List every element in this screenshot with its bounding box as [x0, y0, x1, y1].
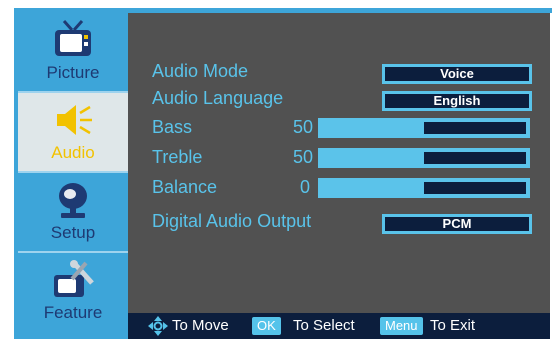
- sidebar-item-setup[interactable]: Setup: [18, 173, 128, 251]
- audio-mode-label: Audio Mode: [152, 61, 249, 81]
- sidebar-item-label: Audio: [51, 143, 95, 162]
- treble-row[interactable]: Treble 50: [128, 146, 550, 172]
- treble-value: 50: [292, 147, 313, 167]
- digital-audio-output-label: Digital Audio Output: [152, 211, 312, 231]
- osd-window: Picture Audio Setup Feature Audio Mode V…: [14, 13, 550, 339]
- sidebar-item-audio[interactable]: Audio: [18, 93, 128, 171]
- bass-value: 50: [292, 117, 313, 137]
- category-sidebar: Picture Audio Setup Feature: [18, 13, 128, 339]
- satellite-dish-icon: [59, 183, 87, 218]
- bass-slider-track: [424, 122, 526, 134]
- audio-mode-row[interactable]: Audio Mode Voice: [128, 60, 550, 86]
- digital-audio-output-select[interactable]: PCM: [382, 214, 532, 234]
- bass-slider[interactable]: [318, 118, 530, 138]
- audio-language-select[interactable]: English: [382, 91, 532, 111]
- key-hint-bar: To Move OK To Select Menu To Exit: [128, 313, 550, 339]
- audio-settings-panel: Audio Mode Voice Audio Language English …: [128, 13, 550, 339]
- directional-arrows-icon: [148, 316, 168, 336]
- treble-slider-track: [424, 152, 526, 164]
- audio-language-row[interactable]: Audio Language English: [128, 87, 550, 113]
- select-hint: To Select: [293, 317, 355, 334]
- move-hint: To Move: [172, 317, 229, 334]
- balance-slider-track: [424, 182, 526, 194]
- ok-key: OK: [252, 317, 281, 335]
- sidebar-item-picture[interactable]: Picture: [18, 13, 128, 91]
- digital-audio-output-row[interactable]: Digital Audio Output PCM: [128, 210, 550, 236]
- exit-hint: To Exit: [430, 317, 476, 334]
- treble-label: Treble: [152, 147, 203, 167]
- sidebar-item-label: Feature: [43, 303, 103, 322]
- balance-slider[interactable]: [318, 178, 530, 198]
- sidebar-item-feature[interactable]: Feature: [18, 253, 128, 331]
- tv-icon: [55, 20, 91, 56]
- balance-value: 0: [299, 177, 310, 197]
- tv-tools-icon: [54, 260, 94, 297]
- speaker-icon: [57, 105, 92, 135]
- bass-label: Bass: [152, 117, 193, 137]
- bass-row[interactable]: Bass 50: [128, 116, 550, 142]
- tv-osd-screen: Picture Audio Setup Feature Audio Mode V…: [0, 0, 558, 342]
- audio-mode-select[interactable]: Voice: [382, 64, 532, 84]
- sidebar-item-label: Setup: [50, 223, 96, 242]
- balance-row[interactable]: Balance 0: [128, 176, 550, 202]
- menu-key: Menu: [380, 317, 423, 335]
- audio-language-label: Audio Language: [152, 88, 284, 108]
- sidebar-item-label: Picture: [46, 63, 100, 82]
- treble-slider[interactable]: [318, 148, 530, 168]
- balance-label: Balance: [152, 177, 218, 197]
